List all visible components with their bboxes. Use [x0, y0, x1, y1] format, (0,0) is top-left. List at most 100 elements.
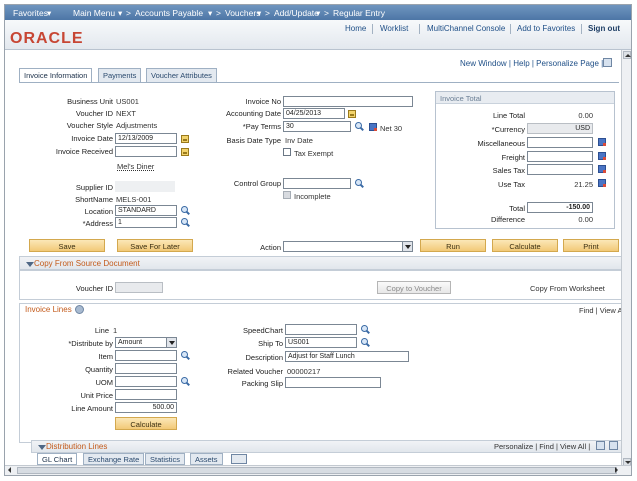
invoice-date-label: Invoice Date: [71, 134, 113, 143]
lookup-icon[interactable]: [355, 122, 364, 131]
breadcrumb-vouchers[interactable]: Vouchers: [225, 8, 260, 18]
control-group-field[interactable]: [283, 178, 351, 189]
print-button[interactable]: Print: [563, 239, 619, 252]
item-field[interactable]: [115, 350, 177, 361]
download-icon[interactable]: [596, 441, 605, 450]
copy-from-worksheet-link[interactable]: Copy From Worksheet: [530, 284, 605, 293]
packing-slip-field[interactable]: [285, 377, 381, 388]
sales-tax-field[interactable]: [527, 164, 593, 175]
scroll-left-icon[interactable]: [6, 467, 14, 474]
show-all-columns-icon[interactable]: [231, 454, 247, 464]
address-label: *Address: [82, 219, 113, 228]
basis-date-type-label: Basis Date Type: [226, 136, 281, 145]
accounting-date-field[interactable]: 04/25/2013: [283, 108, 345, 119]
tab-assets[interactable]: Assets: [190, 453, 223, 465]
lookup-icon[interactable]: [361, 325, 370, 334]
add-to-favorites-link[interactable]: Add to Favorites: [517, 24, 575, 33]
pay-terms-field[interactable]: 30: [283, 121, 351, 132]
calendar-icon[interactable]: [181, 135, 189, 143]
lookup-icon[interactable]: [181, 351, 190, 360]
tab-invoice-information[interactable]: Invoice Information: [19, 68, 93, 83]
pay-terms-detail-icon[interactable]: [369, 123, 377, 131]
breadcrumb-regular-entry[interactable]: Regular Entry: [333, 8, 385, 18]
miscellaneous-detail-icon[interactable]: [598, 138, 606, 146]
scroll-thumb[interactable]: [17, 467, 617, 474]
freight-detail-icon[interactable]: [598, 152, 606, 160]
scroll-right-icon[interactable]: [613, 467, 621, 474]
invoice-no-field[interactable]: [283, 96, 413, 107]
quantity-field[interactable]: [115, 363, 177, 374]
total-field[interactable]: -150.00: [527, 202, 593, 213]
vertical-scrollbar[interactable]: [621, 50, 631, 467]
copy-to-voucher-button[interactable]: Copy to Voucher: [377, 281, 451, 294]
item-label: Item: [98, 352, 113, 361]
shortname-value: MELS-001: [116, 195, 152, 204]
calendar-icon[interactable]: [348, 110, 356, 118]
lookup-icon[interactable]: [181, 377, 190, 386]
dropdown-caret-icon: ▾: [316, 8, 321, 18]
copy-voucher-id-field[interactable]: [115, 282, 163, 293]
tab-voucher-attributes[interactable]: Voucher Attributes: [146, 68, 217, 82]
speedchart-field[interactable]: [285, 324, 357, 335]
tab-gl-chart[interactable]: GL Chart: [37, 453, 78, 465]
address-field[interactable]: 1: [115, 217, 177, 228]
invoice-lines-title-text: Invoice Lines: [25, 305, 72, 314]
personalize-grid-icon[interactable]: [603, 58, 612, 67]
description-field[interactable]: Adjust for Staff Lunch: [285, 351, 409, 362]
distribute-by-select[interactable]: Amount: [115, 337, 177, 348]
lookup-icon[interactable]: [361, 338, 370, 347]
save-button[interactable]: Save: [29, 239, 105, 252]
worklist-link[interactable]: Worklist: [380, 24, 408, 33]
main-menu[interactable]: Main Menu: [73, 8, 115, 18]
freight-label: Freight: [501, 153, 525, 162]
tax-exempt-checkbox[interactable]: [283, 148, 291, 156]
unit-price-field[interactable]: [115, 389, 177, 400]
invoice-received-field[interactable]: [115, 146, 177, 157]
tab-statistics[interactable]: Statistics: [145, 453, 186, 465]
location-field[interactable]: STANDARD: [115, 205, 177, 216]
use-tax-detail-icon[interactable]: [598, 179, 606, 187]
tab-payments[interactable]: Payments: [98, 68, 142, 82]
invoice-date-field[interactable]: 12/13/2009: [115, 133, 177, 144]
related-voucher-label: Related Voucher: [227, 367, 283, 376]
breadcrumb-bar: Favorites ▾ Main Menu ▾ > Accounts Payab…: [5, 5, 631, 20]
action-select[interactable]: [283, 241, 413, 252]
horizontal-scrollbar[interactable]: [5, 465, 631, 475]
calendar-icon[interactable]: [181, 148, 189, 156]
save-for-later-button[interactable]: Save For Later: [117, 239, 193, 252]
lookup-icon[interactable]: [355, 179, 364, 188]
supplier-name-link[interactable]: Mel's Diner: [117, 162, 154, 171]
breadcrumb-accounts-payable[interactable]: Accounts Payable: [135, 8, 203, 18]
line-amount-field[interactable]: 500.00: [115, 402, 177, 413]
breadcrumb-add-update[interactable]: Add/Update: [274, 8, 319, 18]
calculate-button[interactable]: Calculate: [492, 239, 558, 252]
ship-to-field[interactable]: US001: [285, 337, 357, 348]
distribution-links[interactable]: Personalize | Find | View All |: [494, 442, 590, 451]
page-links[interactable]: New Window | Help | Personalize Page |: [460, 59, 603, 68]
speedchart-label: SpeedChart: [242, 326, 283, 335]
lookup-icon[interactable]: [181, 218, 190, 227]
sign-out-link[interactable]: Sign out: [588, 24, 620, 33]
ship-to-label: Ship To: [258, 339, 283, 348]
uom-field[interactable]: [115, 376, 177, 387]
currency-field: USD: [527, 123, 593, 134]
invoice-received-label: Invoice Received: [55, 147, 113, 156]
invoice-lines-find-view[interactable]: Find | View All: [579, 306, 626, 315]
incomplete-label: Incomplete: [294, 192, 331, 201]
scroll-up-icon[interactable]: [623, 51, 631, 59]
line-calculate-button[interactable]: Calculate: [115, 417, 177, 430]
miscellaneous-field[interactable]: [527, 137, 593, 148]
grid-icon[interactable]: [609, 441, 618, 450]
help-icon[interactable]: [74, 305, 84, 315]
lookup-icon[interactable]: [181, 206, 190, 215]
dropdown-caret-icon: ▾: [118, 8, 123, 18]
home-link[interactable]: Home: [345, 24, 366, 33]
sales-tax-detail-icon[interactable]: [598, 165, 606, 173]
multichannel-console-link[interactable]: MultiChannel Console: [427, 24, 505, 33]
freight-field[interactable]: [527, 151, 593, 162]
tab-exchange-rate[interactable]: Exchange Rate: [83, 453, 145, 465]
copy-source-header[interactable]: Copy From Source Document: [19, 256, 623, 270]
favorites-menu[interactable]: Favorites: [13, 8, 48, 18]
run-button[interactable]: Run: [420, 239, 486, 252]
dropdown-caret-icon: ▾: [257, 8, 262, 18]
